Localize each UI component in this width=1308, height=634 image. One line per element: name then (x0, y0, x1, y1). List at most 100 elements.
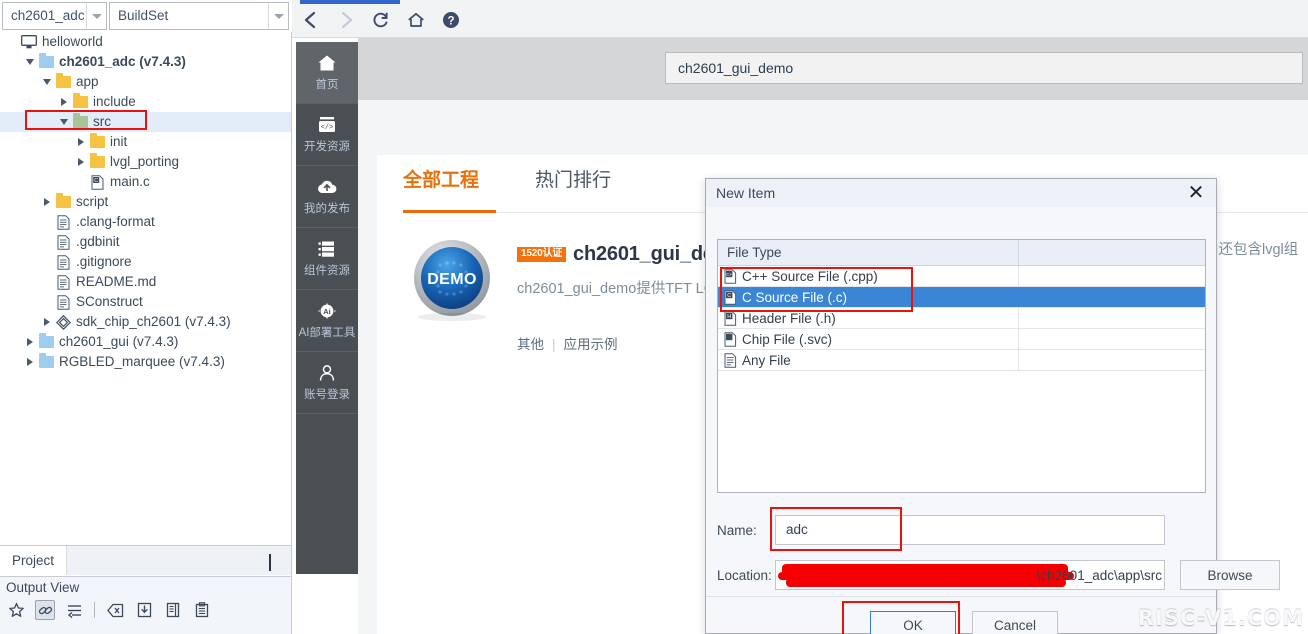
tree-item[interactable]: script (0, 192, 291, 212)
tree-item-label: init (110, 134, 128, 149)
tree-item-label: README.md (76, 274, 157, 289)
location-input[interactable]: \ch2601_adc\app\src (775, 560, 1165, 590)
ok-button[interactable]: OK (870, 611, 956, 634)
chip-file-icon (723, 331, 737, 347)
tag-primary: 其他 (517, 337, 544, 352)
file-type-row[interactable]: C+ C++ Source File (.cpp) (718, 266, 1205, 287)
tree-item[interactable]: lvgl_porting (0, 152, 291, 172)
chevron-down-icon[interactable] (86, 3, 106, 29)
file-type-row[interactable]: C C Source File (.c) (718, 287, 1205, 308)
file-type-row[interactable]: Chip File (.svc) (718, 329, 1205, 350)
file-type-table-header: File Type (718, 240, 1205, 266)
tree-item[interactable]: init (0, 132, 291, 152)
tab-hot-ranking[interactable]: 热门排行 (535, 165, 611, 202)
tree-item[interactable]: app (0, 72, 291, 92)
clear-icon[interactable] (105, 600, 125, 620)
copy-icon[interactable] (163, 600, 183, 620)
chevron-down-icon[interactable] (268, 3, 288, 29)
tree-item[interactable]: Cmain.c (0, 172, 291, 192)
components-icon (316, 239, 338, 259)
tree-item-label: app (76, 74, 99, 89)
home-icon[interactable] (403, 8, 429, 32)
link-pin-icon[interactable] (35, 600, 55, 620)
project-selector-row: ch2601_adc BuildSet (0, 0, 292, 32)
back-icon[interactable] (298, 8, 324, 32)
name-input[interactable]: adc (775, 515, 1165, 545)
buildset-combo[interactable]: BuildSet (109, 2, 289, 30)
refresh-icon[interactable] (368, 8, 394, 32)
close-icon[interactable]: ✕ (1184, 181, 1208, 205)
folder-icon (71, 113, 89, 130)
cancel-button[interactable]: Cancel (972, 611, 1058, 634)
tree-item[interactable]: README.md (0, 272, 291, 292)
sidebar-item-2[interactable]: </> 开发资源 (296, 104, 358, 166)
word-wrap-icon[interactable] (64, 600, 84, 620)
sdk-package-icon (54, 314, 72, 330)
tree-item-label: main.c (110, 174, 150, 189)
twisty-collapsed-icon[interactable] (40, 315, 54, 329)
project-thumbnail: DEMO (409, 237, 495, 323)
panel-menu-chevron-icon[interactable] (269, 554, 283, 571)
tree-item[interactable]: .clang-format (0, 212, 291, 232)
tree-item[interactable]: ch2601_adc (v7.4.3) (0, 52, 291, 72)
sidebar-item-label: 首页 (315, 79, 339, 91)
cloud-upload-icon (316, 177, 338, 197)
help-icon[interactable]: ? (438, 8, 464, 32)
sidebar-item-3[interactable]: 我的发布 (296, 166, 358, 228)
twisty-expanded-icon[interactable] (40, 75, 54, 89)
address-input[interactable]: ch2601_gui_demo (665, 52, 1303, 84)
save-download-icon[interactable] (134, 600, 154, 620)
twisty-collapsed-icon[interactable] (23, 335, 37, 349)
tree-item[interactable]: ch2601_gui (v7.4.3) (0, 332, 291, 352)
twisty-collapsed-icon[interactable] (57, 95, 71, 109)
tree-item[interactable]: helloworld (0, 32, 291, 52)
tree-item[interactable]: include (0, 92, 291, 112)
favorite-star-icon[interactable] (6, 600, 26, 620)
folder-icon (54, 73, 72, 90)
twisty-collapsed-icon[interactable] (23, 355, 37, 369)
sidebar-item-1[interactable]: 首页 (296, 42, 358, 104)
file-type-table[interactable]: File Type C+ C++ Source File (.cpp) C C Sou… (717, 239, 1206, 493)
browse-button[interactable]: Browse (1180, 560, 1280, 590)
tree-item[interactable]: .gitignore (0, 252, 291, 272)
user-icon (316, 363, 338, 383)
twisty-collapsed-icon[interactable] (74, 135, 88, 149)
tree-item[interactable]: SConstruct (0, 292, 291, 312)
paste-icon[interactable] (192, 600, 212, 620)
tree-item[interactable]: .gdbinit (0, 232, 291, 252)
sidebar-item-5[interactable]: Ai AI部署工具 (296, 290, 358, 352)
sidebar-item-4[interactable]: 组件资源 (296, 228, 358, 290)
file-type-row[interactable]: H Header File (.h) (718, 308, 1205, 329)
tab-all-projects[interactable]: 全部工程 (403, 165, 479, 202)
project-combo[interactable]: ch2601_adc (2, 2, 107, 30)
name-field-row: Name: adc (717, 515, 1165, 545)
svg-text:Ai: Ai (323, 307, 331, 316)
file-type-row[interactable]: Any File (718, 350, 1205, 371)
tree-item[interactable]: sdk_chip_ch2601 (v7.4.3) (0, 312, 291, 332)
tree-item-label: .clang-format (76, 214, 155, 229)
twisty-collapsed-icon[interactable] (40, 195, 54, 209)
location-input-value: \ch2601_adc\app\src (1036, 567, 1162, 583)
sidebar-item-6[interactable]: 账号登录 (296, 352, 358, 414)
project-tree[interactable]: helloworld ch2601_adc (v7.4.3) app include s… (0, 32, 291, 545)
text-file-icon (54, 214, 72, 230)
file-type-label: Any File (742, 352, 791, 368)
column-header-file-type: File Type (718, 240, 1019, 265)
twisty-expanded-icon[interactable] (23, 55, 37, 69)
tree-item[interactable]: RGBLED_marquee (v7.4.3) (0, 352, 291, 372)
tree-item-label: .gitignore (76, 254, 132, 269)
tab-project[interactable]: Project (0, 546, 68, 575)
svg-text:C+: C+ (726, 272, 732, 277)
twisty-collapsed-icon[interactable] (74, 155, 88, 169)
column-header-blank (1019, 240, 1205, 265)
ide-project-panel: ch2601_adc BuildSet helloworld ch2601_adc… (0, 0, 292, 634)
address-strip: ch2601_gui_demo (358, 38, 1308, 100)
forward-icon[interactable] (333, 8, 359, 32)
svg-text:C: C (94, 178, 98, 184)
tree-item[interactable]: src (0, 112, 291, 132)
twisty-expanded-icon[interactable] (57, 115, 71, 129)
folder-icon (71, 93, 89, 110)
